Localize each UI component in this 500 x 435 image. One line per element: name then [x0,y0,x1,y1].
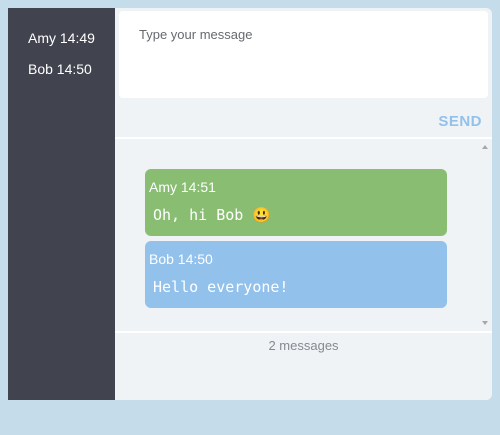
scroll-down-arrow-icon[interactable] [482,321,488,325]
message-item: Bob 14:50 Hello everyone! [145,241,447,308]
scrollbar[interactable] [480,139,492,331]
message-composer [119,11,488,98]
message-input[interactable] [119,11,488,98]
message-text: Hello everyone! [153,278,289,296]
chat-main: SEND Amy 14:51 Oh, hi Bob 😃 Bob 14:50 He… [115,8,492,400]
message-header: Amy 14:51 [149,179,216,195]
user-sidebar: Amy 14:49 Bob 14:50 [8,8,115,400]
chat-app: Amy 14:49 Bob 14:50 SEND Amy 14:51 Oh, h… [8,8,492,400]
message-count: 2 messages [268,338,339,353]
message-header: Bob 14:50 [149,251,213,267]
message-text: Oh, hi Bob 😃 [153,206,272,224]
sidebar-item-amy[interactable]: Amy 14:49 [8,30,115,46]
scroll-up-arrow-icon[interactable] [482,145,488,149]
message-list[interactable]: Amy 14:51 Oh, hi Bob 😃 Bob 14:50 Hello e… [115,139,492,331]
send-button[interactable]: SEND [438,113,482,130]
sidebar-item-bob[interactable]: Bob 14:50 [8,61,115,77]
divider [115,331,492,333]
message-item: Amy 14:51 Oh, hi Bob 😃 [145,169,447,236]
send-row: SEND [115,98,492,138]
